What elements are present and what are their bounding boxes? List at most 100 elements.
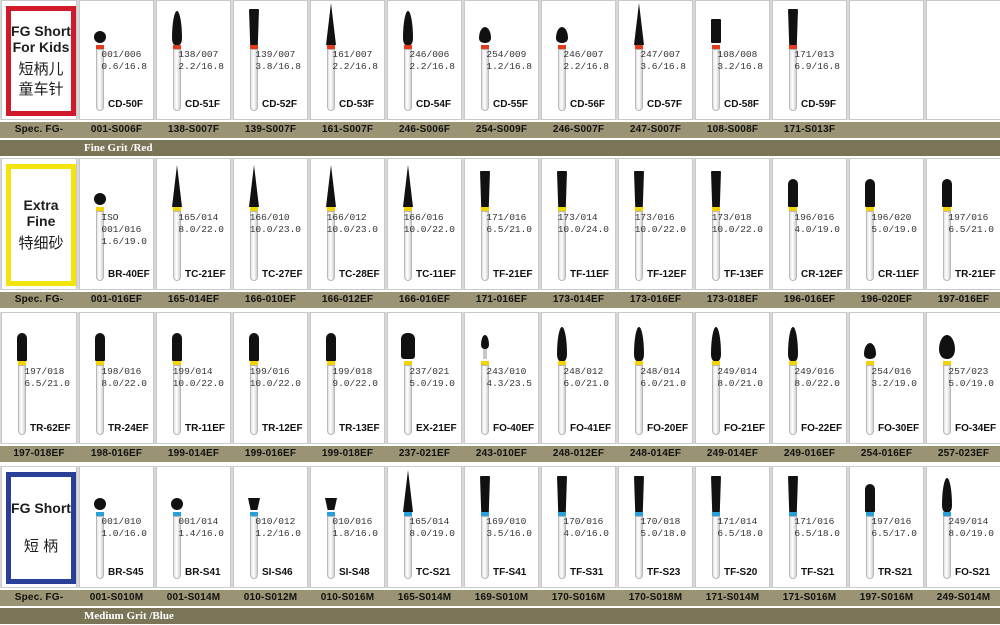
bur-card: 196/016 4.0/19.0 CR-12EF	[772, 158, 847, 290]
grit-label: Medium Grit /Blue	[84, 610, 174, 622]
spec-code: 171-S016M	[782, 592, 837, 603]
bur-card: 010/012 1.2/16.0 SI-S46	[233, 466, 308, 588]
bur-card: 197/016 6.5/17.0 TR-S21	[849, 466, 924, 588]
bur-spec: 249/014 8.0/19.0	[948, 516, 994, 540]
bur-spec: 249/014 8.0/21.0	[717, 366, 763, 390]
spec-number: 247/007	[640, 49, 681, 60]
spec-size: 10.0/22.0	[249, 378, 301, 389]
spec-size: 8.0/22.0	[101, 378, 147, 389]
spec-code: 199-016EF	[244, 448, 297, 459]
spec-number: 161/007	[332, 49, 373, 60]
ex-head-icon	[401, 333, 415, 359]
spec-size: 8.0/21.0	[717, 378, 763, 389]
needle-head-icon	[634, 3, 644, 45]
spec-size: 2.2/16.8	[563, 61, 609, 72]
spec-number: 257/023	[948, 366, 989, 377]
spec-size: 9.0/22.0	[332, 378, 378, 389]
bur-card: 249/014 8.0/21.0 FO-21EF	[695, 312, 770, 444]
spec-code: 173-014EF	[552, 294, 605, 305]
bur-model: FO-20EF	[647, 423, 689, 434]
spec-number: 196/020	[871, 212, 912, 223]
spec-size: 1.8/16.0	[332, 528, 378, 539]
bur-card: 166/010 10.0/23.0 TC-27EF	[233, 158, 308, 290]
section-label-zh: 特细砂	[18, 235, 64, 252]
bur-spec: 166/016 10.0/22.0	[404, 212, 455, 236]
spec-size: 4.3/23.5	[486, 378, 532, 389]
spec-number: 254/016	[871, 366, 912, 377]
section-label-box: FG Short 短 柄	[6, 472, 76, 584]
taper-head-icon	[711, 476, 721, 512]
bur-spec: 165/014 8.0/22.0	[178, 212, 224, 236]
spec-code: 247-S007F	[629, 124, 682, 135]
bur-card: 171/014 6.5/18.0 TF-S20	[695, 466, 770, 588]
spec-code-bar: 197-018EF 198-016EF 199-014EF 199-016EF 199-…	[0, 446, 1000, 462]
spec-code: 161-S007F	[321, 124, 374, 135]
spec-number: 173/014	[557, 212, 598, 223]
bur-spec: 108/008 3.2/16.8	[717, 49, 763, 73]
spec-code: 001-S006F	[90, 124, 143, 135]
spec-code: 001-S014M	[166, 592, 221, 603]
spec-code: 246-S006F	[398, 124, 451, 135]
spec-code: 171-S014M	[705, 592, 760, 603]
spec-number: 165/014	[178, 212, 219, 223]
bur-card: 248/014 6.0/21.0 FO-20EF	[618, 312, 693, 444]
spec-number: 166/012	[326, 212, 367, 223]
spec-number: 254/009	[486, 49, 527, 60]
spec-size: 6.5/17.0	[871, 528, 917, 539]
spec-number: 010/016	[332, 516, 373, 527]
bur-spec: 001/014 1.4/16.0	[178, 516, 224, 540]
spec-code: 197-016EF	[937, 294, 990, 305]
spec-size: 10.0/22.0	[172, 378, 224, 389]
spec-label: Spec. FG-	[14, 294, 64, 305]
bur-model: CD-54F	[416, 99, 452, 110]
spec-number: 249/016	[794, 366, 835, 377]
spec-number: 249/014	[717, 366, 758, 377]
spec-code: 173-018EF	[706, 294, 759, 305]
bur-spec: 001/006 0.6/16.8	[101, 49, 147, 73]
round-head-icon	[788, 179, 798, 207]
bur-spec: 138/007 2.2/16.8	[178, 49, 224, 73]
bur-spec: 246/007 2.2/16.8	[563, 49, 609, 73]
spec-code: 171-S013F	[783, 124, 836, 135]
spec-size: 6.0/21.0	[563, 378, 609, 389]
spec-number: 197/016	[948, 212, 989, 223]
spec-code: 138-S007F	[167, 124, 220, 135]
spec-size: 6.0/21.0	[640, 378, 686, 389]
bur-card: 171/016 6.5/18.0 TF-S21	[772, 466, 847, 588]
spec-label: Spec. FG-	[14, 124, 64, 135]
needle-head-icon	[249, 165, 259, 207]
round-head-icon	[172, 333, 182, 361]
round-head-icon	[942, 179, 952, 207]
spec-size: 3.2/19.0	[871, 378, 917, 389]
spec-size: 6.9/16.8	[794, 61, 840, 72]
bur-card: 001/006 0.6/16.8 CD-50F	[79, 0, 154, 120]
spec-size: 10.0/23.0	[249, 224, 301, 235]
bur-spec: 197/016 6.5/17.0	[871, 516, 917, 540]
spec-number: 138/007	[178, 49, 219, 60]
spec-number: 199/018	[332, 366, 373, 377]
bur-card: 246/006 2.2/16.8 CD-54F	[387, 0, 462, 120]
taper-head-icon	[557, 171, 567, 207]
spec-size: 10.0/22.0	[711, 224, 763, 235]
bur-spec: 237/021 5.0/19.0	[409, 366, 455, 390]
flame-head-icon	[711, 327, 721, 361]
bur-spec: 001/010 1.0/16.0	[101, 516, 147, 540]
bur-card: 173/016 10.0/22.0 TF-12EF	[618, 158, 693, 290]
spec-code-bar: Spec. FG- 001-S006F 138-S007F 139-S007F 161-…	[0, 122, 1000, 138]
bur-model: CD-55F	[493, 99, 529, 110]
bur-spec: 248/014 6.0/21.0	[640, 366, 686, 390]
spec-number: 171/016	[794, 516, 835, 527]
bur-model: TR-21EF	[955, 269, 996, 280]
bur-card: 169/010 3.5/16.0 TF-S41	[464, 466, 539, 588]
bur-spec: 249/016 8.0/22.0	[794, 366, 840, 390]
bur-model: TF-S31	[570, 567, 604, 578]
spec-size: 10.0/24.0	[557, 224, 609, 235]
bur-model: BR-S45	[108, 567, 144, 578]
round-head-icon	[865, 179, 875, 207]
bur-card: 249/014 8.0/19.0 FO-S21	[926, 466, 1000, 588]
bur-model: BR-40EF	[108, 269, 150, 280]
bur-card: 246/007 2.2/16.8 CD-56F	[541, 0, 616, 120]
bur-model: TR-24EF	[108, 423, 149, 434]
bur-spec: 197/016 6.5/21.0	[948, 212, 994, 236]
flame-head-icon	[942, 478, 952, 512]
